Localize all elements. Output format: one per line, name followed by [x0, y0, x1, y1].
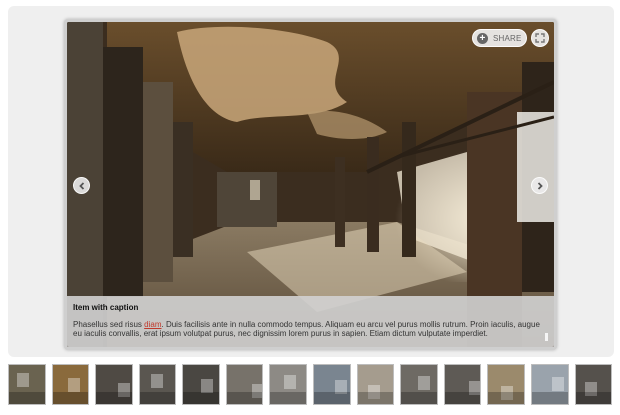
thumbnail-arched-hall[interactable]: [138, 364, 177, 405]
thumbnail-ornate-ceiling[interactable]: [8, 364, 46, 405]
share-label: SHARE: [493, 33, 522, 43]
thumbnail-image: [9, 365, 45, 404]
fullscreen-icon: [535, 33, 545, 43]
thumbnail-dark-room[interactable]: [95, 364, 133, 405]
thumbnail-city-skyline[interactable]: [530, 364, 569, 405]
thumbnail-abandoned-room[interactable]: [400, 364, 438, 405]
caption-text-start: Phasellus sed risus: [73, 320, 145, 329]
next-image-button[interactable]: [531, 177, 548, 194]
thumbnail-lit-corridor[interactable]: [51, 364, 90, 405]
thumbnail-image: [270, 365, 307, 404]
plus-icon: +: [477, 32, 488, 44]
thumbnail-image: [314, 365, 350, 404]
thumbnail-image: [183, 365, 219, 404]
image-caption: Item with caption Phasellus sed risus di…: [67, 296, 554, 347]
thumbnail-image: [139, 365, 176, 404]
thumbnail-image: [96, 365, 132, 404]
thumbnail-grey-hallway[interactable]: [269, 364, 308, 405]
thumbnail-image: [488, 365, 524, 404]
chevron-right-icon: [537, 182, 543, 190]
thumbnail-gothic-hall[interactable]: [487, 364, 525, 405]
thumbnail-image: [357, 365, 394, 404]
thumbnail-lake-landscape[interactable]: [356, 364, 395, 405]
thumbnail-dim-chamber[interactable]: [574, 364, 613, 405]
caption-text: Phasellus sed risus diam. Duis facilisis…: [73, 320, 548, 338]
chevron-left-icon: [79, 182, 85, 190]
thumbnail-image: [531, 365, 568, 404]
thumbnail-image: [575, 365, 612, 404]
thumbnail-rubble-floor[interactable]: [443, 364, 482, 405]
previous-image-button[interactable]: [73, 177, 90, 194]
thumbnail-image: [226, 365, 263, 404]
caption-link[interactable]: diam: [144, 320, 161, 329]
thumbnail-image: [401, 365, 437, 404]
thumbnail-strip: [8, 364, 613, 406]
thumbnail-image: [444, 365, 481, 404]
thumbnail-stairway[interactable]: [182, 364, 220, 405]
fullscreen-button[interactable]: [531, 29, 549, 47]
thumbnail-empty-ward[interactable]: [225, 364, 264, 405]
thumbnail-building-exterior[interactable]: [313, 364, 351, 405]
share-button[interactable]: + SHARE: [472, 29, 527, 47]
thumbnail-image: [52, 365, 89, 404]
main-image-stage[interactable]: + SHARE Item with caption Phasellus sed …: [67, 22, 554, 347]
gallery-frame: + SHARE Item with caption Phasellus sed …: [64, 19, 557, 350]
caption-title: Item with caption: [73, 303, 139, 312]
caption-scrollbar[interactable]: [545, 333, 548, 341]
